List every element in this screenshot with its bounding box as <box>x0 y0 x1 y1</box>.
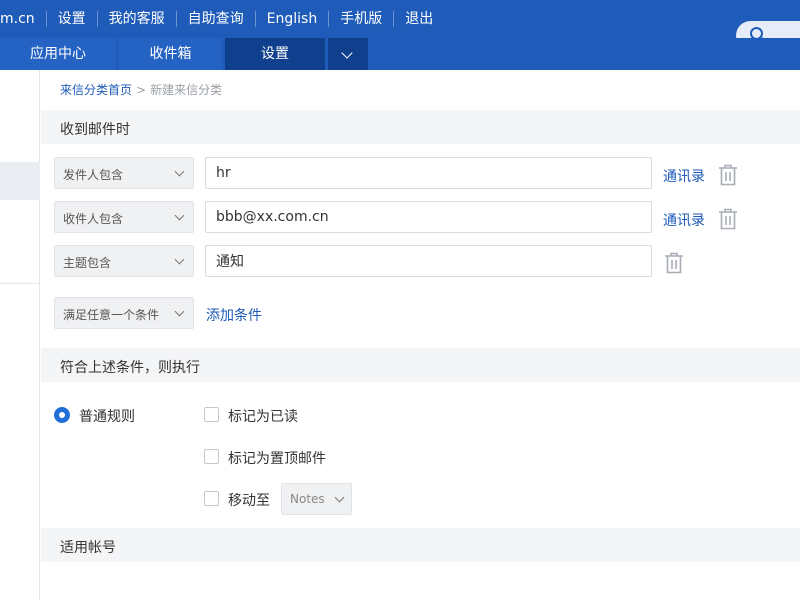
domain-label: m.cn <box>0 11 35 27</box>
select-value: 发件人包含 <box>63 168 124 182</box>
section-action-header: 符合上述条件，则执行 <box>41 348 800 382</box>
select-value: 满足任意一个条件 <box>63 308 160 322</box>
chevron-down-icon <box>174 254 185 265</box>
tab-app-center[interactable]: 应用中心 <box>0 38 116 70</box>
tab-more-button[interactable] <box>328 38 368 70</box>
mark-read-label: 标记为已读 <box>228 409 298 425</box>
nav-customer-service-link[interactable]: 我的客服 <box>98 0 176 38</box>
condition-value-input[interactable] <box>205 157 652 189</box>
section-title: 符合上述条件，则执行 <box>60 360 200 376</box>
section-title: 收到邮件时 <box>60 122 130 138</box>
chevron-down-icon <box>174 166 185 177</box>
nav-settings-link[interactable]: 设置 <box>47 0 97 38</box>
rule-type-radio[interactable] <box>54 407 70 423</box>
nav-self-query-link[interactable]: 自助查询 <box>177 0 255 38</box>
sidebar-active-item[interactable] <box>0 162 40 200</box>
trash-icon[interactable] <box>718 208 738 230</box>
contacts-link[interactable]: 通讯录 <box>663 210 705 230</box>
mark-top-checkbox[interactable] <box>204 449 219 464</box>
mark-read-checkbox[interactable] <box>204 407 219 422</box>
select-value: 收件人包含 <box>63 212 124 226</box>
top-nav: m.cn 设置 我的客服 自助查询 English 手机版 退出 <box>0 0 444 38</box>
nav-logout-link[interactable]: 退出 <box>394 0 444 38</box>
mark-top-label: 标记为置顶邮件 <box>228 451 326 467</box>
condition-field-select[interactable]: 收件人包含 <box>54 201 194 233</box>
condition-value-input[interactable] <box>205 245 652 277</box>
move-to-label: 移动至 <box>228 493 270 509</box>
nav-english-link[interactable]: English <box>256 0 329 38</box>
select-value: 主题包含 <box>63 256 112 270</box>
move-to-checkbox[interactable] <box>204 491 219 506</box>
section-receive-header: 收到邮件时 <box>41 110 800 144</box>
left-sidebar <box>0 70 40 600</box>
breadcrumb-current: 新建来信分类 <box>150 83 223 97</box>
condition-field-select[interactable]: 主题包含 <box>54 245 194 277</box>
condition-value-input[interactable] <box>205 201 652 233</box>
add-condition-link[interactable]: 添加条件 <box>206 305 262 325</box>
condition-field-select[interactable]: 发件人包含 <box>54 157 194 189</box>
section-account-header: 适用帐号 <box>41 528 800 562</box>
match-mode-select[interactable]: 满足任意一个条件 <box>54 297 194 329</box>
select-value: Notes <box>290 492 325 506</box>
breadcrumb: 来信分类首页 > 新建来信分类 <box>60 81 222 98</box>
trash-icon[interactable] <box>664 252 684 274</box>
sidebar-divider <box>0 283 40 284</box>
chevron-down-icon <box>174 210 185 221</box>
main-tabs: 应用中心 收件箱 设置 <box>0 38 368 70</box>
rule-type-label: 普通规则 <box>79 409 135 425</box>
chevron-down-icon <box>341 47 353 59</box>
folder-select[interactable]: Notes <box>281 483 352 515</box>
tab-inbox[interactable]: 收件箱 <box>119 38 222 70</box>
contacts-link[interactable]: 通讯录 <box>663 166 705 186</box>
nav-mobile-link[interactable]: 手机版 <box>329 0 393 38</box>
radio-checked-icon <box>59 412 65 418</box>
breadcrumb-separator: > <box>136 83 147 97</box>
section-title: 适用帐号 <box>60 540 116 556</box>
breadcrumb-home-link[interactable]: 来信分类首页 <box>60 83 132 97</box>
chevron-down-icon <box>174 306 185 317</box>
chevron-down-icon <box>334 492 345 503</box>
tab-settings[interactable]: 设置 <box>225 38 325 70</box>
trash-icon[interactable] <box>718 164 738 186</box>
